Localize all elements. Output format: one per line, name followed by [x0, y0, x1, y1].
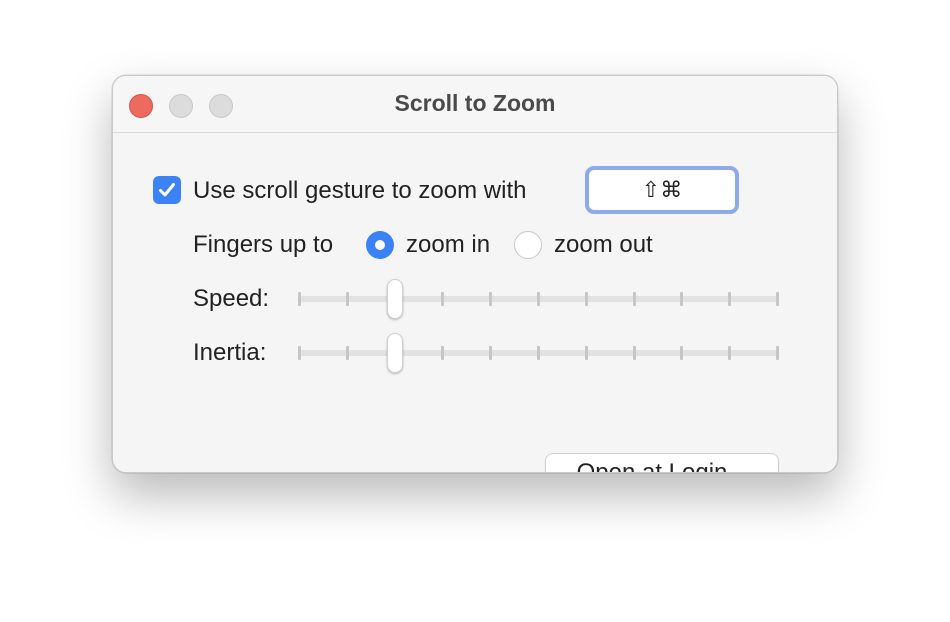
zoom-in-label[interactable]: zoom in — [406, 231, 490, 259]
open-at-login-button[interactable]: Open at Login... — [545, 453, 779, 472]
inertia-slider-tick — [441, 346, 445, 360]
title-bar[interactable]: Scroll to Zoom — [113, 76, 837, 133]
speed-slider-tick — [728, 292, 732, 306]
zoom-in-radio[interactable] — [366, 231, 394, 259]
speed-label: Speed: — [193, 285, 270, 312]
speed-slider-tick — [345, 292, 349, 306]
inertia-slider-tick — [776, 346, 779, 360]
checkmark-icon — [159, 183, 175, 197]
inertia-slider-tick — [680, 346, 684, 360]
speed-slider-tick — [584, 292, 588, 306]
speed-slider-tick — [298, 292, 301, 306]
inertia-slider-tick — [298, 346, 301, 360]
fingers-label: Fingers up to — [193, 231, 334, 258]
inertia-slider-tick — [537, 346, 540, 360]
inertia-slider-tick — [584, 346, 588, 360]
scroll-gesture-label[interactable]: Use scroll gesture to zoom with — [193, 177, 526, 205]
speed-slider-tick — [489, 292, 493, 306]
speed-slider-tick — [537, 292, 540, 306]
inertia-label: Inertia: — [193, 339, 267, 366]
speed-slider-tick — [776, 292, 779, 306]
shortcut-recorder-field[interactable]: ⇧⌘ — [585, 166, 739, 214]
inertia-slider-tick — [489, 346, 493, 360]
zoom-out-label[interactable]: zoom out — [554, 231, 653, 259]
inertia-slider-knob[interactable] — [387, 333, 404, 373]
inertia-slider-tick — [632, 346, 636, 360]
inertia-slider-tick — [345, 346, 349, 360]
zoom-out-radio[interactable] — [514, 231, 542, 259]
scroll-gesture-checkbox[interactable] — [153, 176, 181, 204]
speed-slider-tick — [632, 292, 636, 306]
inertia-slider-tick — [728, 346, 732, 360]
settings-content: Use scroll gesture to zoom with ⇧⌘ Finge… — [113, 133, 837, 472]
speed-slider-tick — [441, 292, 445, 306]
radio-selected-dot — [375, 240, 385, 250]
settings-window: Scroll to Zoom Use scroll gesture to zoo… — [112, 75, 838, 473]
speed-slider-tick — [680, 292, 684, 306]
speed-slider-knob[interactable] — [387, 279, 404, 319]
window-title: Scroll to Zoom — [394, 90, 556, 116]
speed-slider[interactable] — [298, 276, 779, 322]
inertia-slider[interactable] — [298, 330, 779, 376]
